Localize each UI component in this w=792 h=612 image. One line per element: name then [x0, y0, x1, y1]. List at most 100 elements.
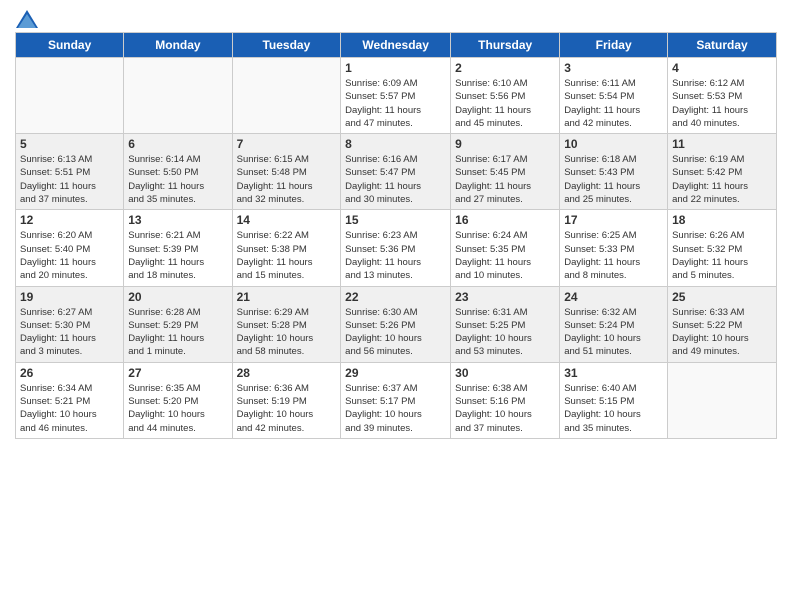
calendar-cell [16, 58, 124, 134]
calendar-cell: 25Sunrise: 6:33 AM Sunset: 5:22 PM Dayli… [668, 286, 777, 362]
calendar-cell: 19Sunrise: 6:27 AM Sunset: 5:30 PM Dayli… [16, 286, 124, 362]
weekday-header-row: SundayMondayTuesdayWednesdayThursdayFrid… [16, 33, 777, 58]
day-number: 28 [237, 366, 337, 380]
day-info: Sunrise: 6:34 AM Sunset: 5:21 PM Dayligh… [20, 382, 119, 435]
calendar-cell: 1 Sunrise: 6:09 AM Sunset: 5:57 PM Daylig… [341, 58, 451, 134]
calendar-cell: 11 Sunrise: 6:19 AM Sunset: 5:42 PM Dayli… [668, 134, 777, 210]
day-number: 15 [345, 213, 446, 227]
calendar-cell: 5Sunrise: 6:13 AM Sunset: 5:51 PM Daylig… [16, 134, 124, 210]
day-info: Sunrise: 6:22 AM Sunset: 5:38 PM Dayligh… [237, 229, 337, 282]
day-info: Sunrise: 6:16 AM Sunset: 5:47 PM Dayligh… [345, 153, 446, 206]
day-info: Sunrise: 6:17 AM Sunset: 5:45 PM Dayligh… [455, 153, 555, 206]
calendar-cell: 18 Sunrise: 6:26 AM Sunset: 5:32 PM Dayli… [668, 210, 777, 286]
day-number: 1 [345, 61, 446, 75]
calendar-cell: 3 Sunrise: 6:11 AM Sunset: 5:54 PM Daylig… [560, 58, 668, 134]
calendar-cell: 21 Sunrise: 6:29 AM Sunset: 5:28 PM Dayli… [232, 286, 341, 362]
day-info: Sunrise: 6:12 AM Sunset: 5:53 PM Dayligh… [672, 77, 772, 130]
calendar-body: 1 Sunrise: 6:09 AM Sunset: 5:57 PM Daylig… [16, 58, 777, 439]
day-number: 9 [455, 137, 555, 151]
logo-icon [16, 10, 38, 28]
day-number: 25 [672, 290, 772, 304]
day-info: Sunrise: 6:10 AM Sunset: 5:56 PM Dayligh… [455, 77, 555, 130]
calendar-cell [668, 362, 777, 438]
day-number: 20 [128, 290, 227, 304]
day-info: Sunrise: 6:23 AM Sunset: 5:36 PM Dayligh… [345, 229, 446, 282]
weekday-header: Friday [560, 33, 668, 58]
day-info: Sunrise: 6:37 AM Sunset: 5:17 PM Dayligh… [345, 382, 446, 435]
calendar-cell: 10Sunrise: 6:18 AM Sunset: 5:43 PM Dayli… [560, 134, 668, 210]
day-number: 21 [237, 290, 337, 304]
calendar-week-row: 12 Sunrise: 6:20 AM Sunset: 5:40 PM Dayli… [16, 210, 777, 286]
calendar-cell: 29 Sunrise: 6:37 AM Sunset: 5:17 PM Dayli… [341, 362, 451, 438]
day-info: Sunrise: 6:19 AM Sunset: 5:42 PM Dayligh… [672, 153, 772, 206]
day-number: 2 [455, 61, 555, 75]
day-info: Sunrise: 6:20 AM Sunset: 5:40 PM Dayligh… [20, 229, 119, 282]
day-info: Sunrise: 6:09 AM Sunset: 5:57 PM Dayligh… [345, 77, 446, 130]
calendar-week-row: 19Sunrise: 6:27 AM Sunset: 5:30 PM Dayli… [16, 286, 777, 362]
day-info: Sunrise: 6:38 AM Sunset: 5:16 PM Dayligh… [455, 382, 555, 435]
calendar-week-row: 1 Sunrise: 6:09 AM Sunset: 5:57 PM Daylig… [16, 58, 777, 134]
calendar-cell: 24 Sunrise: 6:32 AM Sunset: 5:24 PM Dayli… [560, 286, 668, 362]
day-number: 7 [237, 137, 337, 151]
day-number: 29 [345, 366, 446, 380]
calendar-cell: 27Sunrise: 6:35 AM Sunset: 5:20 PM Dayli… [124, 362, 232, 438]
calendar-cell: 9 Sunrise: 6:17 AM Sunset: 5:45 PM Daylig… [451, 134, 560, 210]
calendar-cell: 7 Sunrise: 6:15 AM Sunset: 5:48 PM Daylig… [232, 134, 341, 210]
day-info: Sunrise: 6:40 AM Sunset: 5:15 PM Dayligh… [564, 382, 663, 435]
day-info: Sunrise: 6:32 AM Sunset: 5:24 PM Dayligh… [564, 306, 663, 359]
weekday-header: Wednesday [341, 33, 451, 58]
day-number: 31 [564, 366, 663, 380]
day-number: 18 [672, 213, 772, 227]
day-info: Sunrise: 6:28 AM Sunset: 5:29 PM Dayligh… [128, 306, 227, 359]
day-info: Sunrise: 6:30 AM Sunset: 5:26 PM Dayligh… [345, 306, 446, 359]
day-number: 12 [20, 213, 119, 227]
calendar-cell: 22 Sunrise: 6:30 AM Sunset: 5:26 PM Dayli… [341, 286, 451, 362]
day-number: 3 [564, 61, 663, 75]
weekday-header: Sunday [16, 33, 124, 58]
calendar-cell: 14 Sunrise: 6:22 AM Sunset: 5:38 PM Dayli… [232, 210, 341, 286]
day-number: 14 [237, 213, 337, 227]
day-info: Sunrise: 6:35 AM Sunset: 5:20 PM Dayligh… [128, 382, 227, 435]
day-info: Sunrise: 6:25 AM Sunset: 5:33 PM Dayligh… [564, 229, 663, 282]
calendar-cell: 15 Sunrise: 6:23 AM Sunset: 5:36 PM Dayli… [341, 210, 451, 286]
calendar-cell: 4 Sunrise: 6:12 AM Sunset: 5:53 PM Daylig… [668, 58, 777, 134]
calendar-table: SundayMondayTuesdayWednesdayThursdayFrid… [15, 32, 777, 439]
day-number: 24 [564, 290, 663, 304]
calendar-cell: 6Sunrise: 6:14 AM Sunset: 5:50 PM Daylig… [124, 134, 232, 210]
day-info: Sunrise: 6:26 AM Sunset: 5:32 PM Dayligh… [672, 229, 772, 282]
day-number: 17 [564, 213, 663, 227]
day-number: 6 [128, 137, 227, 151]
calendar-cell: 26 Sunrise: 6:34 AM Sunset: 5:21 PM Dayli… [16, 362, 124, 438]
day-number: 26 [20, 366, 119, 380]
day-info: Sunrise: 6:36 AM Sunset: 5:19 PM Dayligh… [237, 382, 337, 435]
day-number: 13 [128, 213, 227, 227]
day-info: Sunrise: 6:21 AM Sunset: 5:39 PM Dayligh… [128, 229, 227, 282]
day-number: 11 [672, 137, 772, 151]
calendar-cell: 23 Sunrise: 6:31 AM Sunset: 5:25 PM Dayli… [451, 286, 560, 362]
calendar-cell: 13 Sunrise: 6:21 AM Sunset: 5:39 PM Dayli… [124, 210, 232, 286]
calendar-cell: 12 Sunrise: 6:20 AM Sunset: 5:40 PM Dayli… [16, 210, 124, 286]
calendar-week-row: 5Sunrise: 6:13 AM Sunset: 5:51 PM Daylig… [16, 134, 777, 210]
header [15, 10, 777, 24]
weekday-header: Tuesday [232, 33, 341, 58]
weekday-header: Thursday [451, 33, 560, 58]
day-number: 16 [455, 213, 555, 227]
calendar-container: SundayMondayTuesdayWednesdayThursdayFrid… [0, 0, 792, 612]
day-info: Sunrise: 6:15 AM Sunset: 5:48 PM Dayligh… [237, 153, 337, 206]
day-number: 4 [672, 61, 772, 75]
calendar-cell: 20 Sunrise: 6:28 AM Sunset: 5:29 PM Dayli… [124, 286, 232, 362]
day-number: 19 [20, 290, 119, 304]
day-number: 22 [345, 290, 446, 304]
weekday-header: Monday [124, 33, 232, 58]
day-info: Sunrise: 6:31 AM Sunset: 5:25 PM Dayligh… [455, 306, 555, 359]
day-info: Sunrise: 6:18 AM Sunset: 5:43 PM Dayligh… [564, 153, 663, 206]
logo [15, 10, 39, 24]
calendar-cell: 28 Sunrise: 6:36 AM Sunset: 5:19 PM Dayli… [232, 362, 341, 438]
calendar-cell: 2 Sunrise: 6:10 AM Sunset: 5:56 PM Daylig… [451, 58, 560, 134]
calendar-cell: 16Sunrise: 6:24 AM Sunset: 5:35 PM Dayli… [451, 210, 560, 286]
day-info: Sunrise: 6:11 AM Sunset: 5:54 PM Dayligh… [564, 77, 663, 130]
day-number: 30 [455, 366, 555, 380]
calendar-cell: 8Sunrise: 6:16 AM Sunset: 5:47 PM Daylig… [341, 134, 451, 210]
day-number: 23 [455, 290, 555, 304]
day-info: Sunrise: 6:29 AM Sunset: 5:28 PM Dayligh… [237, 306, 337, 359]
